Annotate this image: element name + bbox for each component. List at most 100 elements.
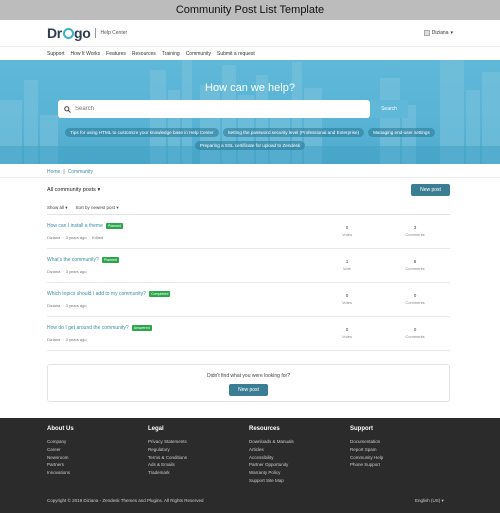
site-header: Dr go Help Center Diziana ▾ (0, 20, 500, 46)
nav-item-support[interactable]: Support (47, 51, 65, 57)
breadcrumb: Home | Community (47, 169, 93, 175)
promoted-articles: Tips for using HTML to customize your kn… (0, 128, 500, 150)
footer-link[interactable]: Partner Opportunity (249, 461, 294, 469)
nav-item-training[interactable]: Training (162, 51, 180, 57)
footer-link[interactable]: Terms & Conditions (148, 454, 187, 462)
vote-number: 0 (345, 225, 349, 230)
promoted-article-link[interactable]: Preparing a SSL certificate for upload t… (194, 141, 306, 150)
nav-item-how-it-works[interactable]: How It Works (71, 51, 101, 57)
list-item: How can I install a theme Planned Dizian… (47, 215, 450, 249)
comment-number: 3 (413, 225, 417, 230)
nav-item-submit-request[interactable]: Submit a request (217, 51, 255, 57)
breadcrumb-community[interactable]: Community (68, 169, 93, 175)
post-title-link[interactable]: How do I get around the community? (47, 325, 129, 331)
window-title-bar: Community Post List Template (0, 0, 500, 20)
footer-link[interactable]: Partners (47, 461, 74, 469)
copyright-text: Copyright © 2019 Diziana - Zendesk Theme… (47, 498, 204, 503)
search-button[interactable]: Search (370, 100, 408, 118)
main-nav: Support How It Works Features Resources … (0, 46, 500, 60)
footer-link[interactable]: Newsroom (47, 454, 74, 462)
vote-number: 1 (345, 259, 349, 264)
language-selector[interactable]: English (US) ▾ (415, 498, 444, 504)
footer-column-about: About Us Company Career Newsroom Partner… (47, 426, 74, 477)
footer-link[interactable]: Ads & Emails (148, 461, 187, 469)
promoted-article-link[interactable]: Setting the password security level (Pro… (222, 128, 365, 137)
post-title-link[interactable]: Which topics should I add to my communit… (47, 291, 146, 297)
list-item: Which topics should I add to my communit… (47, 283, 450, 317)
site-footer: About Us Company Career Newsroom Partner… (0, 418, 500, 513)
chevron-down-icon: ▾ (441, 498, 444, 503)
footer-column-support: Support Documentation Report Spam Commun… (350, 426, 383, 469)
user-menu[interactable]: Diziana ▾ (423, 30, 453, 36)
list-item: How do I get around the community? Answe… (47, 317, 450, 351)
vote-label: Votes (341, 334, 352, 339)
window-title: Community Post List Template (175, 4, 325, 16)
vote-count: 0 Votes (327, 327, 367, 339)
search-input[interactable] (75, 106, 355, 112)
footer-link[interactable]: Phone Support (350, 461, 383, 469)
nav-item-resources[interactable]: Resources (132, 51, 156, 57)
footer-link[interactable]: Career (47, 446, 74, 454)
footer-link[interactable]: Articles (249, 446, 294, 454)
footer-link[interactable]: Trademark (148, 469, 187, 477)
footer-link[interactable]: Privacy Statements (148, 438, 187, 446)
post-age: 3 years ago (65, 337, 87, 342)
search-box[interactable] (58, 100, 370, 118)
post-age: 3 years ago (65, 235, 87, 240)
comment-count: 3 Comments (395, 225, 435, 237)
vote-number: 0 (345, 293, 349, 298)
footer-link[interactable]: Documentation (350, 438, 383, 446)
post-age: 3 years ago (65, 303, 87, 308)
product-name: Help Center (100, 30, 128, 36)
post-age: 3 years ago (65, 269, 87, 274)
new-post-button[interactable]: New post (411, 184, 450, 196)
nav-item-features[interactable]: Features (106, 51, 126, 57)
comment-number: 0 (413, 293, 417, 298)
chevron-down-icon: ▾ (115, 205, 119, 210)
comment-label: Comments (405, 300, 425, 305)
show-all-label: Show all (47, 205, 65, 210)
comment-label: Comments (405, 266, 425, 271)
footer-link[interactable]: Regulatory (148, 446, 187, 454)
footer-link[interactable]: Report Spam (350, 446, 383, 454)
footer-link[interactable]: Downloads & Manuals (249, 438, 294, 446)
logo-text: Dr (47, 25, 62, 41)
language-label: English (US) (415, 498, 441, 503)
post-title-link[interactable]: What's the community? (47, 257, 99, 263)
vote-number: 0 (345, 327, 349, 332)
footer-link[interactable]: Accessibility (249, 454, 294, 462)
search-icon (64, 105, 71, 113)
status-badge: Completed (148, 291, 171, 297)
sort-label: Sort by newest post (75, 205, 116, 210)
avatar-icon (423, 30, 430, 36)
user-name: Diziana (431, 30, 449, 36)
promoted-article-link[interactable]: Managing end-user settings (368, 128, 435, 137)
footer-heading: About Us (47, 426, 74, 432)
footer-link[interactable]: Company (47, 438, 74, 446)
comment-number: 0 (413, 327, 417, 332)
post-sorters: Show all ▾ Sort by newest post ▾ (47, 205, 119, 211)
chevron-down-icon: ▾ (97, 187, 101, 193)
post-author: Diziana (47, 303, 61, 308)
callout-new-post-button[interactable]: New post (229, 384, 268, 396)
footer-link[interactable]: Warranty Policy (249, 469, 294, 477)
vote-count: 0 Votes (327, 225, 367, 237)
promoted-article-link[interactable]: Tips for using HTML to customize your kn… (65, 128, 219, 137)
logo[interactable]: Dr go (47, 25, 91, 41)
vote-label: Votes (341, 232, 352, 237)
footer-link[interactable]: Support Site Map (249, 477, 294, 485)
post-title-link[interactable]: How can I install a theme (47, 223, 103, 229)
footer-link[interactable]: Innovations (47, 469, 74, 477)
footer-column-legal: Legal Privacy Statements Regulatory Term… (148, 426, 187, 477)
footer-link[interactable]: Community Help (350, 454, 383, 462)
sort-dropdown[interactable]: Sort by newest post ▾ (76, 205, 119, 211)
divider (0, 177, 500, 178)
comment-count: 6 Comments (395, 259, 435, 271)
comment-label: Comments (405, 334, 425, 339)
post-filter-dropdown[interactable]: All community posts ▾ (47, 187, 100, 193)
nav-item-community[interactable]: Community (186, 51, 211, 57)
status-badge: Answered (131, 325, 152, 331)
show-all-dropdown[interactable]: Show all ▾ (47, 205, 68, 211)
post-filter-label: All community posts (47, 187, 96, 193)
breadcrumb-home[interactable]: Home (47, 169, 60, 175)
